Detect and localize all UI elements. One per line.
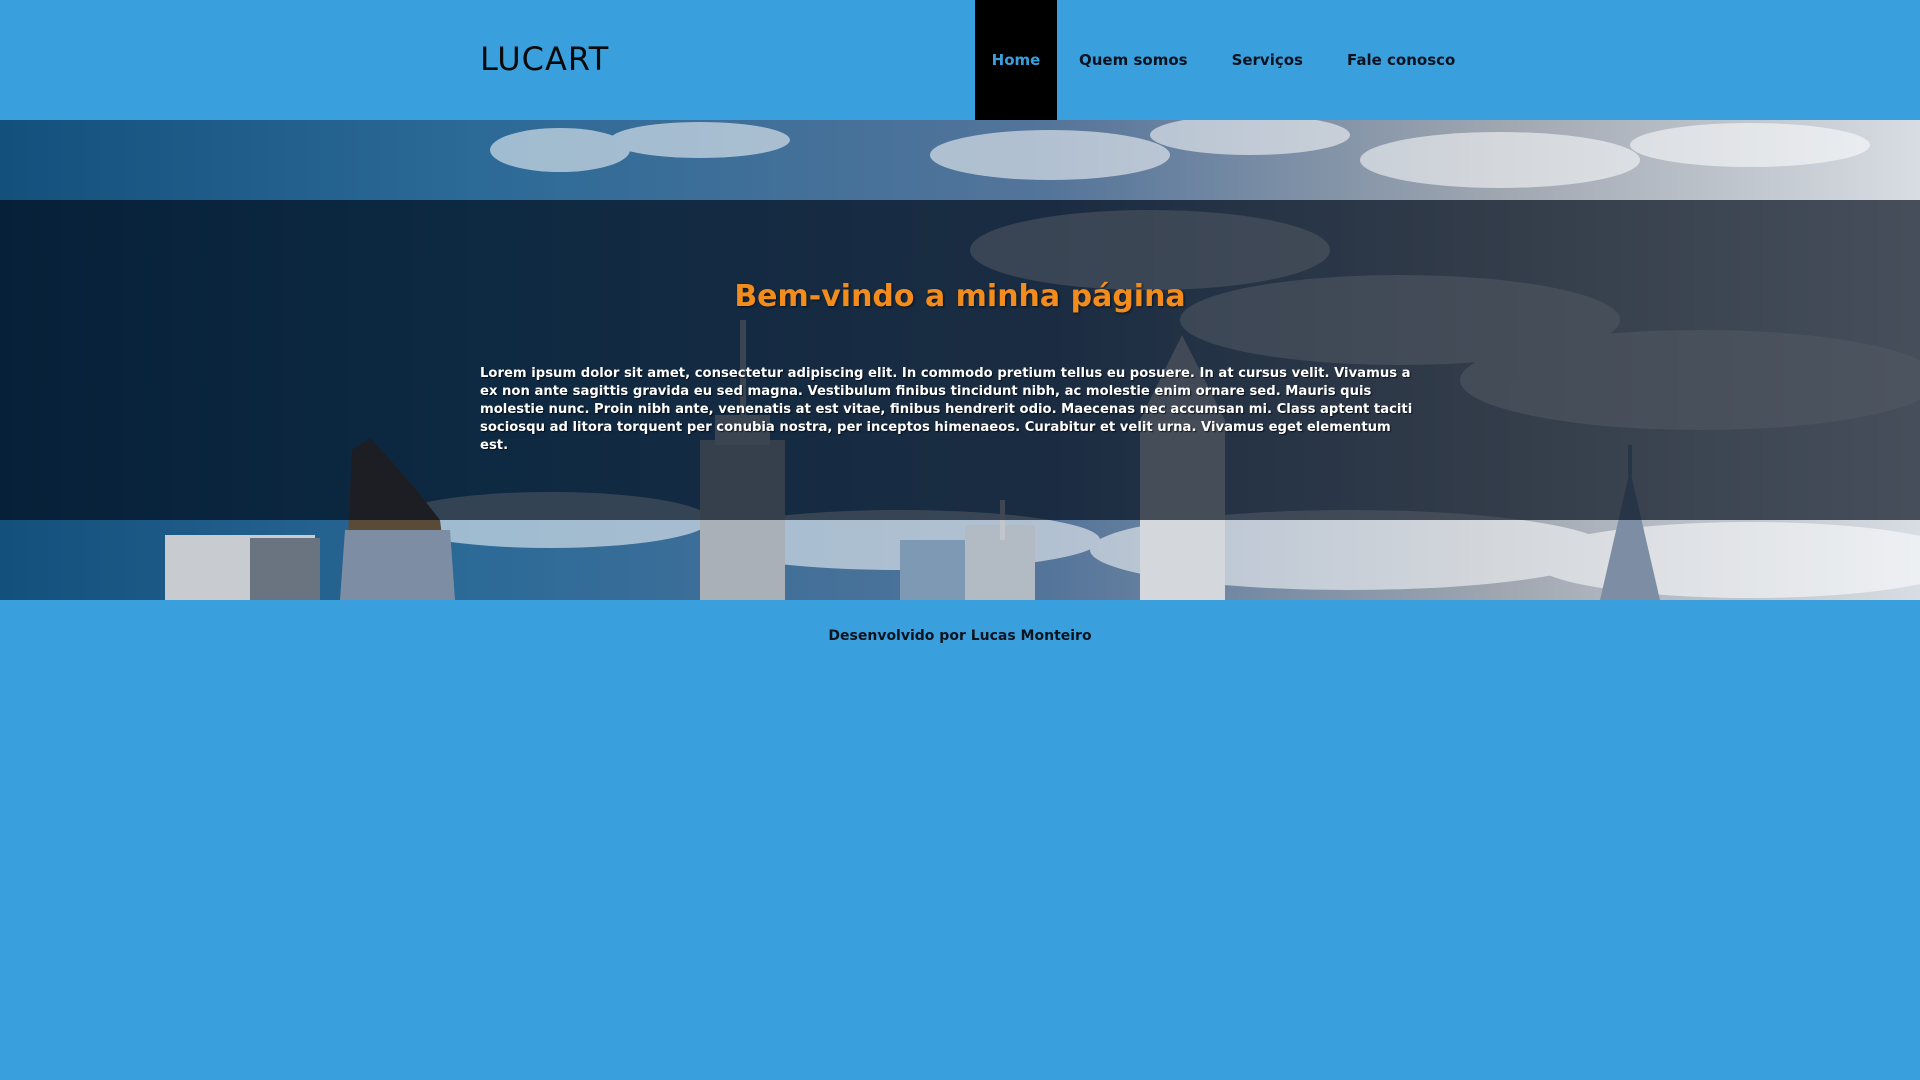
nav-home[interactable]: Home <box>975 0 1057 120</box>
site-logo[interactable]: LUCART <box>480 38 609 80</box>
nav-servicos[interactable]: Serviços <box>1210 0 1325 120</box>
hero-paragraph: Lorem ipsum dolor sit amet, consectetur … <box>480 366 1413 453</box>
nav-fale-conosco[interactable]: Fale conosco <box>1325 0 1477 120</box>
footer-credit: Desenvolvido por Lucas Monteiro <box>828 628 1092 644</box>
site-footer: Desenvolvido por Lucas Monteiro <box>0 628 1920 644</box>
nav-quem-somos[interactable]: Quem somos <box>1057 0 1210 120</box>
hero-banner: Bem-vindo a minha página Lorem ipsum dol… <box>0 120 1920 600</box>
main-nav: Home Quem somos Serviços Fale conosco <box>975 0 1477 120</box>
hero-title: Bem-vindo a minha página <box>734 279 1186 314</box>
hero-overlay <box>0 200 1920 520</box>
site-header: LUCART Home Quem somos Serviços Fale con… <box>0 0 1920 120</box>
